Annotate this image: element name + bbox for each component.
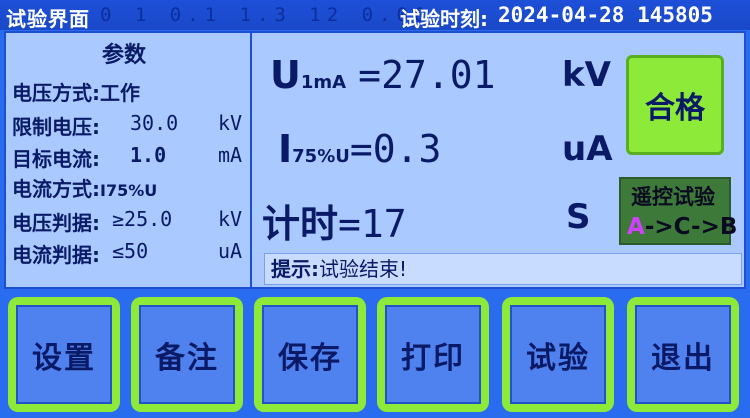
u1ma-reading: U1mA =27.01 [270,53,495,97]
faded-readout: 0 1 0.1 1.3 12 0.00 [100,4,432,26]
timer-value: 17 [360,202,407,246]
test-button-label[interactable]: 试验 [510,305,606,404]
exit-button-label[interactable]: 退出 [635,305,731,404]
remote-test-title: 遥控试验 [631,185,715,209]
param-label: 电压方式: [12,81,100,105]
param-unit: mA [218,143,243,167]
param-target-current: 目标电流: 1.0 mA [12,143,242,173]
param-label: 电压判据: [12,211,100,235]
save-button[interactable]: 保存 [254,297,366,412]
settings-button[interactable]: 设置 [8,297,120,412]
screen-title: 试验界面 [6,7,90,31]
remote-sequence: A->C->B [627,214,737,240]
notes-button[interactable]: 备注 [131,297,243,412]
param-label: 电流方式: [12,177,100,201]
timer-label: 计时 [262,202,339,246]
print-button-label[interactable]: 打印 [385,305,481,404]
timer-unit: S [566,197,591,237]
test-button[interactable]: 试验 [502,297,614,412]
param-unit: kV [218,111,243,135]
i75-unit: uA [562,129,613,169]
u1ma-subscript: 1mA [300,72,347,93]
param-value: 工作 [100,81,140,105]
remote-seq-current: A [627,214,645,240]
param-voltage-criterion: 电压判据: ≥25.0 kV [12,207,242,237]
readings-panel: U1mA =27.01 kV I75%U=0.3 uA 计时=17 S 合格 遥… [252,33,746,287]
hint-bar: 提示:试验结束! [264,253,742,285]
param-unit: kV [218,207,243,231]
param-value: 1.0 [130,143,167,167]
notes-button-label[interactable]: 备注 [139,305,235,404]
i75-reading: I75%U=0.3 [278,127,441,171]
param-label: 电流判据: [12,243,100,267]
hint-label: 提示: [271,257,319,281]
function-button-row: 设置 备注 保存 打印 试验 退出 [0,292,750,418]
exit-button[interactable]: 退出 [627,297,739,412]
i75-equals: = [349,127,373,171]
parameters-panel: 参数 电压方式:工作 限制电压: 30.0 kV 目标电流: 1.0 mA 电流… [6,33,252,287]
param-limit-voltage: 限制电压: 30.0 kV [12,111,242,141]
i75-value: 0.3 [372,127,442,171]
timer-equals: = [338,202,361,246]
test-time-value: 2024-04-28 145805 [498,3,713,27]
u1ma-equals: = [358,53,382,97]
param-value: I75%U [100,181,158,200]
i75-label: I [278,127,293,171]
parameters-title: 参数 [102,43,147,68]
title-bar: 试验界面 0 1 0.1 1.3 12 0.00 试验时刻: 2024-04-2… [0,0,750,31]
print-button[interactable]: 打印 [377,297,489,412]
param-voltage-mode: 电压方式:工作 [12,77,140,107]
u1ma-value: 27.01 [381,53,496,97]
remote-test-indicator: 遥控试验 A->C->B [619,177,737,245]
test-time-label: 试验时刻: [400,7,488,31]
param-label: 目标电流: [12,147,100,171]
param-unit: uA [218,239,243,263]
param-label: 限制电压: [12,115,100,139]
param-current-criterion: 电流判据: ≤50 uA [12,239,242,269]
u1ma-unit: kV [562,55,611,95]
param-value: ≤50 [112,239,149,263]
settings-button-label[interactable]: 设置 [16,305,112,404]
result-pass-indicator: 合格 [626,55,724,155]
save-button-label[interactable]: 保存 [262,305,358,404]
param-value: ≥25.0 [112,207,173,231]
u1ma-label: U [270,53,301,97]
param-current-mode: 电流方式:I75%U [12,173,157,203]
main-panel: 参数 电压方式:工作 限制电压: 30.0 kV 目标电流: 1.0 mA 电流… [4,31,746,289]
param-value: 30.0 [130,111,179,135]
remote-seq-rest: ->C->B [644,214,738,240]
hint-text: 试验结束! [319,257,408,281]
i75-subscript: 75%U [292,146,350,167]
timer-reading: 计时=17 [262,193,407,248]
